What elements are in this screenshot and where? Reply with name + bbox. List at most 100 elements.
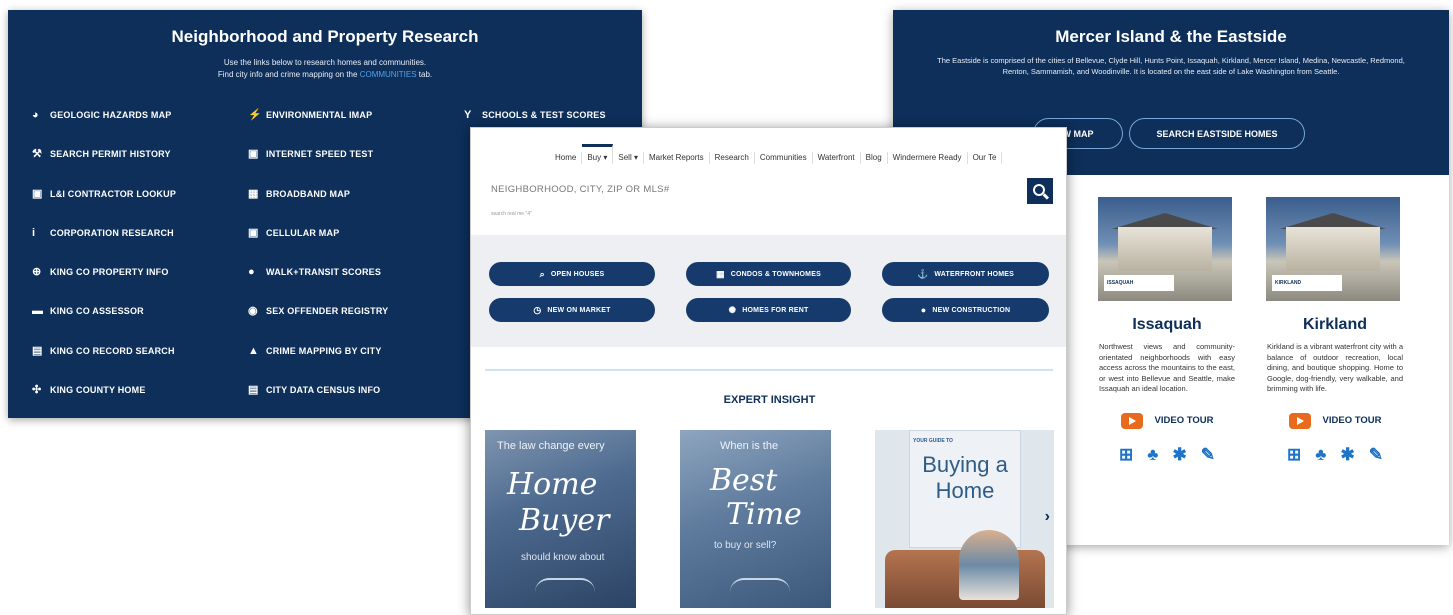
pencil-icon[interactable]: ✎ <box>1201 445 1215 465</box>
new-on-market-button[interactable]: ◷ NEW ON MARKET <box>489 298 655 322</box>
expert-insight-title: EXPERT INSIGHT <box>723 394 816 406</box>
link-crime-mapping[interactable]: ▲ CRIME MAPPING BY CITY <box>248 336 428 375</box>
users-icon[interactable]: ♣ <box>1147 445 1158 465</box>
search-hint: search real me "4" <box>491 211 532 217</box>
quick-links-band: ⌕ OPEN HOUSES ▦ CONDOS & TOWNHOMES ⚓ WATERF… <box>471 235 1066 347</box>
city-photo[interactable]: ISSAQUAH <box>1098 197 1232 301</box>
city-card-issaquah: ISSAQUAH Issaquah Northwest views and co… <box>1093 197 1241 465</box>
card-headline: The law change every <box>497 440 605 452</box>
nav-blog[interactable]: Blog <box>861 152 888 164</box>
link-internet-speed[interactable]: ▣ INTERNET SPEED TEST <box>248 139 428 178</box>
magnifier-icon: ⊕ <box>32 266 42 279</box>
condos-townhomes-button[interactable]: ▦ CONDOS & TOWNHOMES <box>686 262 851 286</box>
map-icon: ▦ <box>248 187 259 200</box>
link-cellular-map[interactable]: ▣ CELLULAR MAP <box>248 218 428 257</box>
search-input[interactable]: NEIGHBORHOOD, CITY, ZIP OR MLS# <box>491 184 669 195</box>
card-script-line: Best <box>710 463 778 498</box>
nav-windermere-ready[interactable]: Windermere Ready <box>888 152 968 164</box>
play-icon <box>1120 412 1143 429</box>
research-column-1: ◕ GEOLOGIC HAZARDS MAP ⚒ SEARCH PERMIT HIS… <box>32 100 222 414</box>
link-broadband-map[interactable]: ▦ BROADBAND MAP <box>248 179 428 218</box>
insight-card-best-time[interactable]: When is the Best Time to buy or sell? <box>680 430 831 608</box>
insight-card-buying-guide[interactable]: YOUR GUIDE TO Buying a Home › <box>875 430 1054 608</box>
link-king-county-home[interactable]: ✣ KING COUNTY HOME <box>32 375 222 414</box>
pencil-icon[interactable]: ✎ <box>1369 445 1383 465</box>
monitor-icon: ▣ <box>248 148 259 161</box>
pin-icon: ● <box>920 305 927 315</box>
nav-market-reports[interactable]: Market Reports <box>644 152 710 164</box>
link-walk-transit[interactable]: ● WALK+TRANSIT SCORES <box>248 257 428 296</box>
card-script-line: Home <box>507 467 598 502</box>
waterfront-homes-button[interactable]: ⚓ WATERFRONT HOMES <box>882 262 1049 286</box>
search-icon <box>1032 183 1045 196</box>
nav-research[interactable]: Research <box>710 152 755 164</box>
card-script-line: Time <box>726 497 802 532</box>
link-record-search[interactable]: ▤ KING CO RECORD SEARCH <box>32 336 222 375</box>
research-intro: Use the links below to research homes an… <box>217 58 433 79</box>
city-photo[interactable]: KIRKLAND <box>1266 197 1400 301</box>
main-nav: Home Buy ▾ Sell ▾ Market Reports Researc… <box>550 144 1003 164</box>
homes-for-rent-button[interactable]: ✺ HOMES FOR RENT <box>686 298 851 322</box>
card-headline: When is the <box>720 440 779 452</box>
nav-communities[interactable]: Communities <box>755 152 813 164</box>
search-button[interactable] <box>1027 178 1053 204</box>
star-icon[interactable]: ✱ <box>1172 445 1186 465</box>
search-icon: ⌕ <box>539 268 545 279</box>
insight-card-law-change[interactable]: The law change every Home Buyer should k… <box>485 430 636 608</box>
video-tour-button[interactable]: VIDEO TOUR <box>1261 412 1409 429</box>
nav-our-team[interactable]: Our Te <box>968 152 1003 164</box>
house-facade <box>1286 227 1380 271</box>
communities-link[interactable]: COMMUNITIES <box>360 70 417 79</box>
link-property-info[interactable]: ⊕ KING CO PROPERTY INFO <box>32 257 222 296</box>
video-tour-button[interactable]: VIDEO TOUR <box>1093 412 1241 429</box>
play-icon <box>1288 412 1311 429</box>
location-pin-icon: ● <box>248 266 255 279</box>
new-construction-button[interactable]: ● NEW CONSTRUCTION <box>882 298 1049 322</box>
city-name[interactable]: Kirkland <box>1261 316 1409 334</box>
nav-waterfront[interactable]: Waterfront <box>813 152 861 164</box>
eye-icon: ◉ <box>248 305 258 318</box>
card-icon: ▬ <box>32 305 44 318</box>
city-description: Kirkland is a vibrant waterfront city wi… <box>1267 342 1403 393</box>
nav-home[interactable]: Home <box>550 152 583 164</box>
city-photo-tag: KIRKLAND <box>1272 275 1342 291</box>
link-geologic-hazards[interactable]: ◕ GEOLOGIC HAZARDS MAP <box>32 100 222 139</box>
card-subline: to buy or sell? <box>714 540 777 551</box>
collage: Neighborhood and Property Research Use t… <box>0 0 1453 615</box>
city-photo-tag: ISSAQUAH <box>1104 275 1174 291</box>
building-icon: ▦ <box>716 268 725 279</box>
link-permit-history[interactable]: ⚒ SEARCH PERMIT HISTORY <box>32 139 222 178</box>
chevron-right-icon[interactable]: › <box>1045 508 1050 526</box>
link-assessor[interactable]: ▬ KING CO ASSESSOR <box>32 296 222 335</box>
windermere-logo <box>535 578 595 592</box>
city-icon-row: ⊞ ♣ ✱ ✎ <box>1093 445 1241 465</box>
info-icon: i <box>32 226 36 239</box>
research-title: Neighborhood and Property Research <box>171 27 479 46</box>
phone-icon: ▣ <box>248 226 259 239</box>
house-facade <box>1118 227 1212 271</box>
open-houses-button[interactable]: ⌕ OPEN HOUSES <box>489 262 655 286</box>
card-headline: Buying a Home <box>922 452 1008 503</box>
star-icon[interactable]: ✱ <box>1340 445 1354 465</box>
research-column-2: ⚡ ENVIRONMENTAL IMAP ▣ INTERNET SPEED TEST… <box>248 100 428 414</box>
nav-buy[interactable]: Buy ▾ <box>582 144 614 164</box>
city-description: Northwest views and community-orientated… <box>1099 342 1235 393</box>
city-name[interactable]: Issaquah <box>1093 316 1241 334</box>
link-contractor-lookup[interactable]: ▣ L&I CONTRACTOR LOOKUP <box>32 179 222 218</box>
search-eastside-button[interactable]: SEARCH EASTSIDE HOMES <box>1129 118 1305 149</box>
map-icon[interactable]: ⊞ <box>1287 445 1301 465</box>
document-icon: ▤ <box>32 344 43 357</box>
map-icon[interactable]: ⊞ <box>1119 445 1133 465</box>
couple-image <box>959 530 1019 600</box>
city-icon-row: ⊞ ♣ ✱ ✎ <box>1261 445 1409 465</box>
users-icon[interactable]: ♣ <box>1315 445 1326 465</box>
windermere-logo <box>730 578 790 592</box>
link-offender-registry[interactable]: ◉ SEX OFFENDER REGISTRY <box>248 296 428 335</box>
link-environmental-imap[interactable]: ⚡ ENVIRONMENTAL IMAP <box>248 100 428 139</box>
clock-icon: ◷ <box>533 304 542 315</box>
eastside-description: The Eastside is comprised of the cities … <box>937 56 1405 76</box>
link-census-info[interactable]: ▤ CITY DATA CENSUS INFO <box>248 375 428 414</box>
anchor-icon: ⚓ <box>916 268 929 279</box>
nav-sell[interactable]: Sell ▾ <box>613 152 644 164</box>
link-corporation-research[interactable]: i CORPORATION RESEARCH <box>32 218 222 257</box>
